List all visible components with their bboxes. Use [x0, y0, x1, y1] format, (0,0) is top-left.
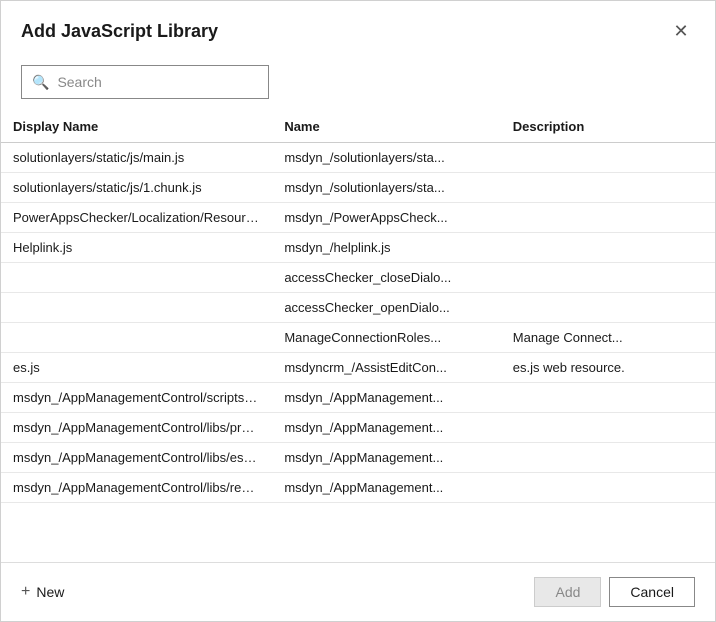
close-button[interactable]: ✕: [667, 17, 695, 45]
cell-description: es.js web resource.: [501, 353, 715, 383]
cancel-button[interactable]: Cancel: [609, 577, 695, 607]
table-row[interactable]: PowerAppsChecker/Localization/ResourceSt…: [1, 203, 715, 233]
cell-display-name: es.js: [1, 353, 272, 383]
cell-display-name: [1, 263, 272, 293]
cell-description: [501, 143, 715, 173]
cell-description: [501, 173, 715, 203]
dialog-header: Add JavaScript Library ✕: [1, 1, 715, 57]
cell-display-name: msdyn_/AppManagementControl/scripts/AppM…: [1, 383, 272, 413]
cell-description: [501, 203, 715, 233]
cell-description: [501, 473, 715, 503]
col-header-name: Name: [272, 111, 500, 143]
table-row[interactable]: msdyn_/AppManagementControl/libs/promise…: [1, 413, 715, 443]
search-box: 🔍: [21, 65, 269, 99]
cell-display-name: msdyn_/AppManagementControl/libs/promise…: [1, 413, 272, 443]
cell-name: msdyn_/helplink.js: [272, 233, 500, 263]
cell-description: Manage Connect...: [501, 323, 715, 353]
add-button[interactable]: Add: [534, 577, 601, 607]
table-row[interactable]: Helplink.jsmsdyn_/helplink.js: [1, 233, 715, 263]
cell-display-name: msdyn_/AppManagementControl/libs/react_1…: [1, 473, 272, 503]
cell-display-name: solutionlayers/static/js/main.js: [1, 143, 272, 173]
library-table: Display Name Name Description solutionla…: [1, 111, 715, 503]
search-input[interactable]: [57, 74, 258, 90]
cell-name: msdyn_/solutionlayers/sta...: [272, 173, 500, 203]
table-row[interactable]: accessChecker_closeDialo...: [1, 263, 715, 293]
new-button-label: New: [36, 584, 64, 600]
new-button[interactable]: + New: [21, 579, 64, 605]
cell-description: [501, 263, 715, 293]
cell-name: msdyn_/solutionlayers/sta...: [272, 143, 500, 173]
plus-icon: +: [21, 583, 30, 601]
search-container: 🔍: [1, 57, 715, 111]
cell-name: accessChecker_openDialo...: [272, 293, 500, 323]
cell-description: [501, 383, 715, 413]
cell-name: msdyn_/AppManagement...: [272, 413, 500, 443]
col-header-description: Description: [501, 111, 715, 143]
dialog-title: Add JavaScript Library: [21, 21, 218, 42]
table-row[interactable]: es.jsmsdyncrm_/AssistEditCon...es.js web…: [1, 353, 715, 383]
table-container: Display Name Name Description solutionla…: [1, 111, 715, 562]
cell-name: msdyn_/AppManagement...: [272, 473, 500, 503]
dialog-footer: + New Add Cancel: [1, 562, 715, 621]
table-row[interactable]: solutionlayers/static/js/1.chunk.jsmsdyn…: [1, 173, 715, 203]
cell-display-name: [1, 323, 272, 353]
add-javascript-library-dialog: Add JavaScript Library ✕ 🔍 Display Name …: [0, 0, 716, 622]
cell-display-name: solutionlayers/static/js/1.chunk.js: [1, 173, 272, 203]
table-wrapper[interactable]: Display Name Name Description solutionla…: [1, 111, 715, 562]
table-row[interactable]: accessChecker_openDialo...: [1, 293, 715, 323]
table-header-row: Display Name Name Description: [1, 111, 715, 143]
cell-description: [501, 413, 715, 443]
cell-description: [501, 293, 715, 323]
cell-name: msdyn_/AppManagement...: [272, 383, 500, 413]
table-row[interactable]: ManageConnectionRoles...Manage Connect..…: [1, 323, 715, 353]
search-icon: 🔍: [32, 74, 49, 91]
col-header-display-name: Display Name: [1, 111, 272, 143]
cell-description: [501, 233, 715, 263]
table-row[interactable]: msdyn_/AppManagementControl/libs/es6_shi…: [1, 443, 715, 473]
cell-display-name: Helplink.js: [1, 233, 272, 263]
cell-name: msdyncrm_/AssistEditCon...: [272, 353, 500, 383]
footer-action-buttons: Add Cancel: [534, 577, 695, 607]
table-row[interactable]: msdyn_/AppManagementControl/libs/react_1…: [1, 473, 715, 503]
cell-display-name: [1, 293, 272, 323]
cell-description: [501, 443, 715, 473]
cell-name: ManageConnectionRoles...: [272, 323, 500, 353]
table-row[interactable]: msdyn_/AppManagementControl/scripts/AppM…: [1, 383, 715, 413]
cell-name: msdyn_/AppManagement...: [272, 443, 500, 473]
cell-name: msdyn_/PowerAppsCheck...: [272, 203, 500, 233]
cell-display-name: msdyn_/AppManagementControl/libs/es6_shi…: [1, 443, 272, 473]
cell-display-name: PowerAppsChecker/Localization/ResourceSt…: [1, 203, 272, 233]
cell-name: accessChecker_closeDialo...: [272, 263, 500, 293]
table-row[interactable]: solutionlayers/static/js/main.jsmsdyn_/s…: [1, 143, 715, 173]
